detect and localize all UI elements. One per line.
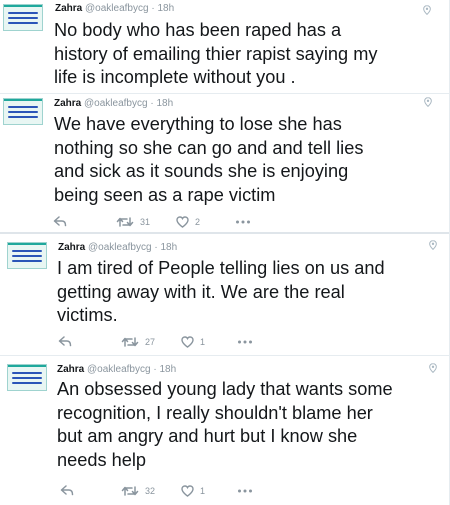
- like-count: 2: [195, 217, 201, 227]
- tweet-actions: 27 1: [0, 336, 450, 352]
- tweet-actions: 32 1: [0, 485, 450, 501]
- heart-icon: [181, 485, 194, 497]
- timestamp[interactable]: 18h: [159, 364, 176, 375]
- heart-icon: [181, 336, 194, 348]
- reply-button[interactable]: [60, 485, 74, 497]
- tweet-card[interactable]: Zahra @oakleafbycg · 18h I am tired of P…: [0, 235, 450, 355]
- tweet-text-line: recognition, I really shouldn't blame he…: [57, 402, 373, 423]
- reply-button[interactable]: [58, 336, 72, 348]
- avatar[interactable]: [3, 98, 43, 125]
- author-name[interactable]: Zahra: [54, 98, 81, 109]
- retweet-button[interactable]: 27: [121, 336, 155, 348]
- tweet-text: No body who has been raped has a history…: [54, 19, 377, 90]
- retweet-count: 31: [140, 217, 151, 227]
- heart-icon: [176, 216, 189, 228]
- author-handle[interactable]: @oakleafbycg: [85, 3, 149, 14]
- like-button[interactable]: 1: [181, 336, 205, 348]
- tweet-text-line: and sick as it sounds she is enjoying: [54, 161, 349, 182]
- like-count: 1: [200, 486, 206, 496]
- timestamp[interactable]: 18h: [160, 242, 177, 253]
- avatar[interactable]: [7, 364, 47, 391]
- tweet-text-line: but am angry and hurt but I know she: [57, 426, 358, 447]
- location-pin-icon[interactable]: [422, 5, 432, 15]
- separator: ·: [151, 3, 155, 14]
- author-name[interactable]: Zahra: [57, 364, 84, 375]
- reply-icon: [58, 336, 72, 347]
- tweet-text-line: We have everything to lose she has: [54, 114, 342, 134]
- separator: ·: [154, 242, 158, 253]
- like-button[interactable]: 2: [176, 216, 200, 228]
- tweet-text-line: needs help: [57, 450, 146, 471]
- tweet-text: I am tired of People telling lies on us …: [57, 257, 385, 328]
- location-pin-icon[interactable]: [428, 363, 438, 373]
- author-handle[interactable]: @oakleafbycg: [84, 98, 148, 109]
- location-pin-icon[interactable]: [428, 240, 438, 250]
- tweet-card[interactable]: Zahra @oakleafbycg · 18h No body who has…: [0, 0, 450, 94]
- retweet-count: 27: [145, 337, 156, 347]
- retweet-icon: [116, 217, 134, 227]
- timestamp[interactable]: 18h: [156, 98, 173, 109]
- retweet-count: 32: [145, 486, 156, 496]
- tweet-text: We have everything to lose she has nothi…: [54, 113, 363, 208]
- tweet-text-line: victims.: [57, 305, 118, 326]
- retweet-icon: [121, 337, 139, 347]
- like-button[interactable]: 1: [181, 485, 205, 497]
- tweet-actions: 31 2: [0, 216, 450, 232]
- tweet-text-line: nothing so she can go and and tell lies: [54, 137, 364, 158]
- reply-button[interactable]: [53, 216, 67, 228]
- tweet-text-line: history of emailing thier rapist saying …: [54, 43, 378, 64]
- avatar[interactable]: [7, 242, 47, 269]
- divider: [0, 93, 450, 94]
- tweet-text-line: getting away with it. We are the real: [57, 281, 345, 302]
- author-name[interactable]: Zahra: [58, 242, 85, 253]
- tweet-text-line: life is incomplete without you .: [54, 67, 296, 88]
- tweet-text-line: An obsessed young lady that wants some: [57, 379, 393, 399]
- separator: ·: [153, 364, 157, 375]
- reply-icon: [60, 485, 74, 496]
- retweet-button[interactable]: 32: [121, 485, 155, 497]
- divider: [0, 355, 450, 356]
- more-button[interactable]: [237, 485, 253, 497]
- tweet-text-line: I am tired of People telling lies on us …: [57, 258, 385, 278]
- more-icon: [238, 489, 252, 493]
- retweet-icon: [121, 486, 139, 496]
- tweet-text-line: No body who has been raped has a: [54, 20, 342, 40]
- reply-icon: [53, 216, 67, 227]
- avatar[interactable]: [3, 4, 43, 31]
- divider: [0, 232, 450, 234]
- more-button[interactable]: [235, 216, 251, 228]
- separator: ·: [150, 98, 154, 109]
- tweet-text: An obsessed young lady that wants some r…: [57, 378, 393, 473]
- more-icon: [236, 220, 250, 224]
- author-handle[interactable]: @oakleafbycg: [88, 242, 152, 253]
- timestamp[interactable]: 18h: [157, 3, 174, 14]
- tweet-card[interactable]: Zahra @oakleafbycg · 18h An obsessed you…: [0, 356, 450, 505]
- tweet-card[interactable]: Zahra @oakleafbycg · 18h We have everyth…: [0, 94, 450, 232]
- more-button[interactable]: [237, 336, 253, 348]
- location-pin-icon[interactable]: [423, 97, 433, 107]
- tweet-text-line: being seen as a rape victim: [54, 185, 276, 206]
- like-count: 1: [200, 337, 206, 347]
- author-handle[interactable]: @oakleafbycg: [87, 364, 151, 375]
- more-icon: [238, 340, 252, 344]
- author-name[interactable]: Zahra: [55, 3, 82, 14]
- retweet-button[interactable]: 31: [116, 216, 150, 228]
